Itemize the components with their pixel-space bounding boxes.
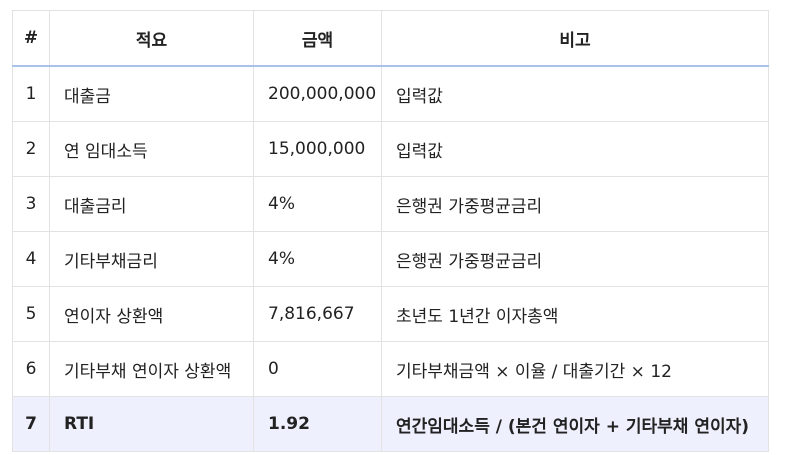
table-row: 4 기타부채금리 4% 은행권 가중평균금리 [12,231,769,287]
row-note: 입력값 [381,121,769,177]
row-note: 초년도 1년간 이자총액 [381,286,769,342]
row-item: 기타부채 연이자 상환액 [49,341,254,397]
table-row: 5 연이자 상환액 7,816,667 초년도 1년간 이자총액 [12,286,769,342]
table-row: 6 기타부채 연이자 상환액 0 기타부채금액 × 이율 / 대출기간 × 12 [12,341,769,397]
row-number: 3 [12,176,50,232]
row-note: 입력값 [381,65,769,122]
table-body: 1 대출금 200,000,000 입력값 2 연 임대소득 15,000,00… [12,65,769,452]
header-item: 적요 [49,10,254,67]
table-row-rti-result: 7 RTI 1.92 연간임대소득 / (본건 연이자 + 기타부채 연이자) [12,396,769,452]
row-item: RTI [49,396,254,452]
row-item: 연이자 상환액 [49,286,254,342]
row-amount: 4% [253,231,382,287]
row-item: 대출금리 [49,176,254,232]
row-number: 5 [12,286,50,342]
row-item: 대출금 [49,65,254,122]
header-note: 비고 [381,10,769,67]
row-number: 2 [12,121,50,177]
row-number: 7 [12,396,50,452]
row-amount: 7,816,667 [253,286,382,342]
rti-table: # 적요 금액 비고 1 대출금 200,000,000 입력값 2 연 임대소… [12,10,769,452]
row-number: 6 [12,341,50,397]
row-amount: 4% [253,176,382,232]
row-amount: 0 [253,341,382,397]
row-note: 은행권 가중평균금리 [381,231,769,287]
row-amount: 1.92 [253,396,382,452]
row-item: 기타부채금리 [49,231,254,287]
table-row: 3 대출금리 4% 은행권 가중평균금리 [12,176,769,232]
row-item: 연 임대소득 [49,121,254,177]
header-amount: 금액 [253,10,382,67]
header-row: # 적요 금액 비고 [12,10,769,67]
header-number: # [12,10,50,67]
row-note: 기타부채금액 × 이율 / 대출기간 × 12 [381,341,769,397]
row-amount: 15,000,000 [253,121,382,177]
table-row: 2 연 임대소득 15,000,000 입력값 [12,121,769,177]
row-amount: 200,000,000 [253,65,382,122]
row-number: 4 [12,231,50,287]
table-row: 1 대출금 200,000,000 입력값 [12,65,769,122]
row-note: 은행권 가중평균금리 [381,176,769,232]
row-note: 연간임대소득 / (본건 연이자 + 기타부채 연이자) [381,396,769,452]
rti-table-container: # 적요 금액 비고 1 대출금 200,000,000 입력값 2 연 임대소… [12,10,769,452]
row-number: 1 [12,65,50,122]
table-header: # 적요 금액 비고 [12,10,769,67]
